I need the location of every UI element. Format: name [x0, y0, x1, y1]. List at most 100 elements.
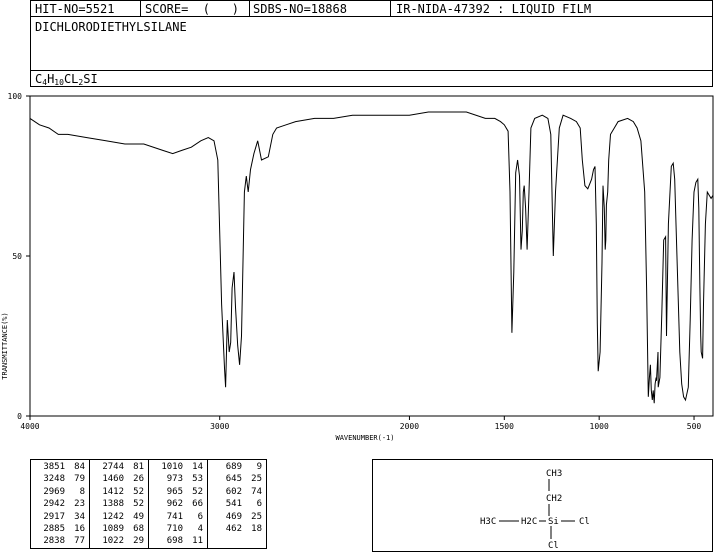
peak-transmittance: 52: [133, 499, 144, 510]
peak-wavenumber: 462: [225, 524, 242, 535]
peak-transmittance: 53: [192, 474, 203, 485]
peak-row: 698 11: [153, 535, 203, 547]
atom-label: Cl: [548, 541, 559, 551]
peak-wavenumber: 2744: [102, 462, 124, 472]
peak-row: 1412 52: [94, 486, 144, 498]
y-axis-label: TRANSMITTANCE(%): [1, 312, 9, 379]
peak-row: 469 25: [212, 511, 262, 523]
peak-wavenumber: 2969: [43, 486, 65, 497]
peak-transmittance: 6: [256, 499, 262, 510]
peak-row: 689 9: [212, 461, 262, 473]
peak-wavenumber: 2917: [43, 511, 65, 522]
peak-wavenumber: 2838: [43, 536, 65, 547]
peak-row: 741 6: [153, 511, 203, 523]
peak-transmittance: 52: [133, 486, 144, 497]
formula-box: C4H10CL2SI: [30, 70, 713, 87]
formula-element: CL: [63, 72, 79, 86]
peak-row: 1242 49: [94, 511, 144, 523]
sdbs-number: SDBS-NO=18868: [253, 2, 347, 16]
peak-wavenumber: 1460: [102, 474, 124, 485]
ir-spectrum-chart: 4000 3000 2000 1500 1000 500 0 50 100 WAVENUMBER…: [1, 92, 714, 442]
peak-wavenumber: 965: [166, 486, 183, 497]
peak-wavenumber: 1022: [102, 536, 124, 547]
peak-wavenumber: 1242: [102, 511, 124, 522]
peak-row: 1460 26: [94, 473, 144, 485]
peak-transmittance: 23: [74, 499, 85, 510]
y-tick-label: 0: [17, 412, 22, 421]
bond-lines: [499, 479, 575, 539]
peak-transmittance: 52: [192, 486, 203, 497]
score: SCORE= ( ): [145, 2, 239, 16]
peak-transmittance: 14: [192, 462, 203, 472]
atom-label: CH3: [546, 469, 562, 479]
formula-count: 10: [54, 78, 64, 87]
peak-row: 2885 16: [35, 523, 85, 535]
peak-row: 1089 68: [94, 523, 144, 535]
spectrum-line: [29, 111, 714, 404]
peak-transmittance: 84: [74, 462, 85, 472]
atom-label: Si: [548, 517, 559, 527]
peak-transmittance: 16: [74, 524, 85, 535]
peak-transmittance: 25: [251, 474, 262, 485]
atom-label: Cl: [579, 517, 590, 527]
peak-transmittance: 25: [251, 511, 262, 522]
peak-wavenumber: 962: [166, 499, 183, 510]
peak-wavenumber: 469: [225, 511, 242, 522]
peak-row: 2838 77: [35, 535, 85, 547]
peak-wavenumber: 2942: [43, 499, 65, 510]
hit-number: HIT-NO=5521: [35, 2, 115, 16]
peak-transmittance: 4: [197, 524, 203, 535]
structure-diagram: CH3 CH2 H3C H2C Si Cl Cl: [480, 469, 590, 551]
peak-wavenumber: 710: [166, 524, 183, 535]
peak-wavenumber: 973: [166, 474, 183, 485]
peak-wavenumber: 1412: [102, 486, 124, 497]
atom-label: CH2: [546, 494, 562, 504]
peak-transmittance: 77: [74, 536, 85, 547]
peak-wavenumber: 1388: [102, 499, 124, 510]
peak-transmittance: 11: [192, 536, 203, 547]
peak-row: 2969 8: [35, 486, 85, 498]
molecular-formula: C4H10CL2SI: [35, 72, 98, 87]
peak-wavenumber: 541: [225, 499, 242, 510]
peak-wavenumber: 3851: [43, 462, 65, 472]
x-tick-label: 1000: [590, 422, 609, 431]
x-tick-label: 500: [687, 422, 702, 431]
structure-box: CH3 CH2 H3C H2C Si Cl Cl: [372, 459, 713, 552]
peak-transmittance: 18: [251, 524, 262, 535]
peak-transmittance: 9: [256, 462, 262, 472]
peak-row: 602 74: [212, 486, 262, 498]
peak-wavenumber: 689: [225, 462, 242, 472]
peak-transmittance: 68: [133, 524, 144, 535]
peak-row: 2744 81: [94, 461, 144, 473]
header-divider: [249, 1, 250, 16]
peak-transmittance: 8: [79, 486, 85, 497]
formula-element: SI: [83, 72, 98, 86]
measurement-method: IR-NIDA-47392 : LIQUID FILM: [396, 2, 592, 16]
x-tick-label: 1500: [495, 422, 514, 431]
peak-wavenumber: 698: [166, 536, 183, 547]
header-divider: [390, 1, 391, 16]
peak-transmittance: 34: [74, 511, 85, 522]
chart-ticks: 4000 3000 2000 1500 1000 500 0 50 100: [8, 92, 702, 431]
spectrum-header: HIT-NO=5521 SCORE= ( ) SDBS-NO=18868 IR-…: [30, 0, 713, 17]
peak-row: 2917 34: [35, 511, 85, 523]
peak-row: 3851 84: [35, 461, 85, 473]
peak-row: 1022 29: [94, 535, 144, 547]
peak-row: 962 66: [153, 498, 203, 510]
peak-wavenumber: 602: [225, 486, 242, 497]
peak-table: 3851 84 3248 79 2969 8 2942 23 2917 34 2885 16 2838 7…: [30, 459, 267, 549]
peak-wavenumber: 741: [166, 511, 183, 522]
peak-group: 1010 14 973 53 965 52 962 66 741 6 710 4 698 11: [148, 459, 208, 549]
peak-row: 1388 52: [94, 498, 144, 510]
atom-label: H3C: [480, 517, 496, 527]
peak-row: 1010 14: [153, 461, 203, 473]
peak-group: 689 9 645 25 602 74 541 6 469 25 462 18: [207, 459, 267, 549]
peak-row: 3248 79: [35, 473, 85, 485]
peak-transmittance: 49: [133, 511, 144, 522]
peak-wavenumber: 2885: [43, 524, 65, 535]
peak-wavenumber: 1089: [102, 524, 124, 535]
y-tick-label: 100: [8, 92, 23, 101]
y-tick-label: 50: [12, 252, 22, 261]
peak-transmittance: 66: [192, 499, 203, 510]
atom-label: H2C: [521, 517, 537, 527]
